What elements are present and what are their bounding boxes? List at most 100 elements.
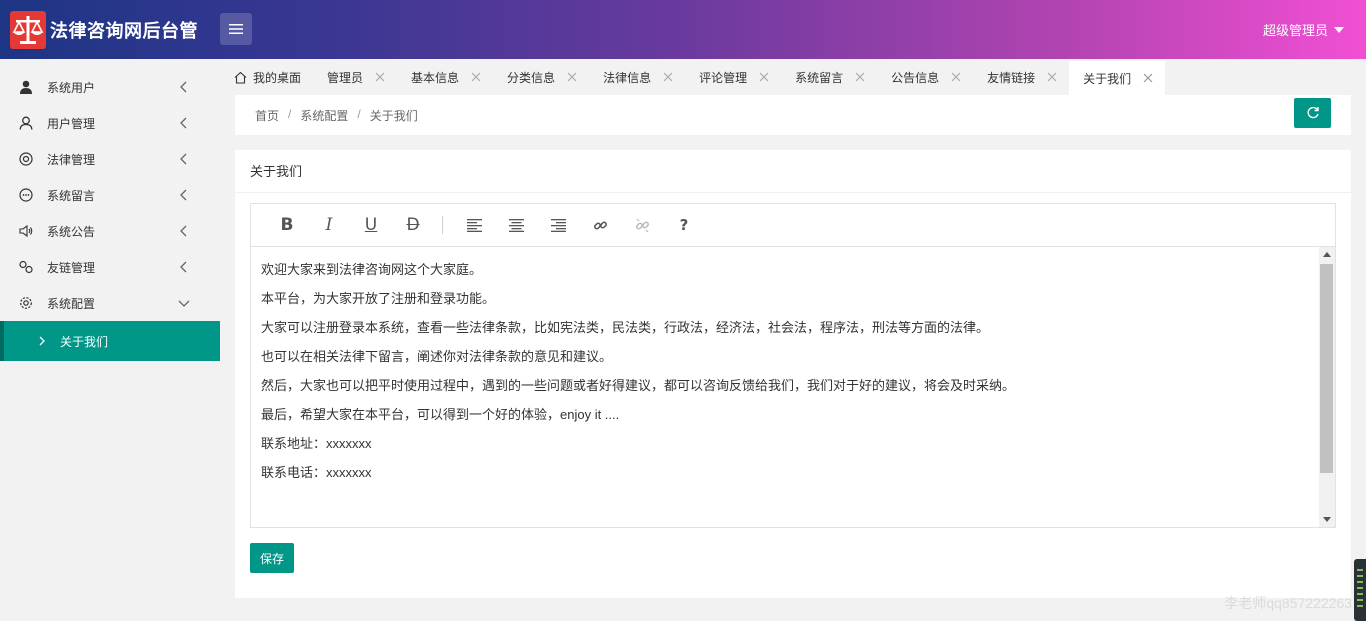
- tab-about-us[interactable]: 关于我们: [1069, 59, 1166, 95]
- align-left-icon[interactable]: [453, 210, 495, 240]
- save-button[interactable]: 保存: [250, 543, 294, 573]
- target-icon: [18, 151, 34, 167]
- tab-label: 评论管理: [699, 70, 748, 85]
- sidebar-item-label: 系统公告: [47, 224, 96, 239]
- editor-line: 联系地址：xxxxxxx: [261, 436, 372, 451]
- italic-icon[interactable]: I: [308, 210, 350, 240]
- underline-icon[interactable]: U: [350, 210, 392, 240]
- tab-label: 友情链接: [987, 70, 1036, 85]
- sidebar-item-announcements[interactable]: 系统公告: [0, 213, 220, 249]
- close-icon[interactable]: [951, 72, 961, 82]
- sidebar-item-label: 系统用户: [47, 80, 96, 95]
- scroll-down-arrow-icon[interactable]: [1323, 517, 1331, 522]
- breadcrumb-home[interactable]: 首页: [255, 107, 279, 124]
- editor-line: 然后，大家也可以把平时使用过程中，遇到的一些问题或者好得建议，都可以咨询反馈给我…: [261, 378, 1016, 393]
- editor-line: 大家可以注册登录本系统，查看一些法律条款，比如宪法类，民法类，行政法，经济法，社…: [261, 320, 990, 335]
- user-menu[interactable]: 超级管理员: [1263, 20, 1344, 39]
- tab-comments[interactable]: 评论管理: [685, 59, 781, 95]
- card-title: 关于我们: [235, 150, 1351, 193]
- strikethrough-icon[interactable]: D: [392, 210, 434, 240]
- breadcrumb-current: 关于我们: [369, 109, 418, 123]
- side-widget[interactable]: [1354, 559, 1366, 621]
- strike-glyph: D: [406, 215, 420, 235]
- tab-bar: 我的桌面 管理员 基本信息 分类信息 法律信息 评论管理 系统留言 公告信息 友…: [220, 59, 1366, 95]
- refresh-icon: [1307, 106, 1319, 119]
- close-icon[interactable]: [1047, 72, 1057, 82]
- sidebar-toggle-button[interactable]: [220, 13, 252, 45]
- sidebar-item-label: 用户管理: [47, 116, 96, 131]
- sidebar-item-messages[interactable]: 系统留言: [0, 177, 220, 213]
- editor-line: 也可以在相关法律下留言，阐述你对法律条款的意见和建议。: [261, 349, 613, 364]
- link-icon[interactable]: [579, 210, 621, 240]
- close-icon[interactable]: [471, 72, 481, 82]
- bold-glyph: B: [280, 215, 294, 235]
- top-header: 法律咨询网后台管 超级管理员: [0, 0, 1366, 59]
- chevron-right-icon: [39, 336, 45, 346]
- main-content: 首页 / 系统配置 / 关于我们 关于我们 B I U D ? 欢迎大家来到法律…: [235, 95, 1351, 621]
- sidebar-item-system-config[interactable]: 系统配置: [0, 285, 220, 321]
- tab-messages[interactable]: 系统留言: [781, 59, 877, 95]
- tab-admins[interactable]: 管理员: [313, 59, 397, 95]
- tab-label: 管理员: [327, 70, 364, 85]
- sidebar-item-user-management[interactable]: 用户管理: [0, 105, 220, 141]
- breadcrumb-separator: /: [288, 107, 292, 121]
- scales-icon: [10, 11, 46, 49]
- close-icon[interactable]: [375, 72, 385, 82]
- sidebar: 系统用户 用户管理 法律管理 系统留言 系统公告 友链管理 系统配置 关于我们: [0, 59, 220, 621]
- caret-down-icon: [1334, 26, 1344, 33]
- tab-announcements[interactable]: 公告信息: [877, 59, 973, 95]
- breadcrumb-separator: /: [357, 107, 361, 121]
- chevron-left-icon: [180, 225, 187, 237]
- chevron-left-icon: [180, 189, 187, 201]
- rich-text-editor: B I U D ? 欢迎大家来到法律咨询网这个大家庭。 本平台，为大家开放了注册…: [250, 203, 1336, 528]
- scrollbar-thumb[interactable]: [1320, 264, 1333, 473]
- align-right-icon[interactable]: [537, 210, 579, 240]
- unlink-icon[interactable]: [621, 210, 663, 240]
- tab-desktop[interactable]: 我的桌面: [220, 59, 313, 95]
- refresh-button[interactable]: [1294, 98, 1331, 128]
- sidebar-item-links[interactable]: 友链管理: [0, 249, 220, 285]
- app-title: 法律咨询网后台管: [50, 21, 198, 41]
- close-icon[interactable]: [567, 72, 577, 82]
- logo: 法律咨询网后台管: [10, 11, 198, 49]
- editor-line: 欢迎大家来到法律咨询网这个大家庭。: [261, 262, 483, 277]
- italic-glyph: I: [325, 215, 333, 235]
- speaker-icon: [18, 223, 34, 239]
- tab-law-info[interactable]: 法律信息: [589, 59, 685, 95]
- scroll-up-arrow-icon[interactable]: [1323, 252, 1331, 257]
- home-icon: [234, 71, 247, 84]
- close-icon[interactable]: [663, 72, 673, 82]
- tab-basic-info[interactable]: 基本信息: [397, 59, 493, 95]
- gear-icon: [18, 295, 34, 311]
- sidebar-item-system-users[interactable]: 系统用户: [0, 69, 220, 105]
- toolbar-divider: [442, 216, 443, 234]
- sidebar-item-label: 系统留言: [47, 188, 96, 203]
- editor-line: 本平台，为大家开放了注册和登录功能。: [261, 291, 496, 306]
- editor-content[interactable]: 欢迎大家来到法律咨询网这个大家庭。 本平台，为大家开放了注册和登录功能。 大家可…: [251, 247, 1319, 527]
- align-center-icon[interactable]: [495, 210, 537, 240]
- tab-label: 分类信息: [507, 70, 556, 85]
- chevron-left-icon: [180, 81, 187, 93]
- close-icon[interactable]: [759, 72, 769, 82]
- bold-icon[interactable]: B: [266, 210, 308, 240]
- user-outline-icon: [18, 115, 34, 131]
- close-icon[interactable]: [855, 72, 865, 82]
- editor-line: 最后，希望大家在本平台，可以得到一个好的体验，enjoy it ....: [261, 407, 620, 422]
- close-icon[interactable]: [1143, 73, 1153, 83]
- tab-label: 公告信息: [891, 70, 940, 85]
- editor-toolbar: B I U D ?: [251, 204, 1335, 247]
- help-icon[interactable]: ?: [663, 210, 705, 240]
- editor-line: 联系电话：xxxxxxx: [261, 465, 372, 480]
- tab-friend-links[interactable]: 友情链接: [973, 59, 1069, 95]
- underline-glyph: U: [364, 215, 378, 235]
- tab-category-info[interactable]: 分类信息: [493, 59, 589, 95]
- link-icon: [18, 259, 34, 275]
- breadcrumb-section[interactable]: 系统配置: [300, 107, 348, 124]
- message-icon: [18, 187, 34, 203]
- sidebar-item-law-management[interactable]: 法律管理: [0, 141, 220, 177]
- tab-label: 系统留言: [795, 70, 844, 85]
- sidebar-subitem-about-us[interactable]: 关于我们: [0, 321, 220, 361]
- tab-label: 我的桌面: [253, 70, 302, 85]
- chevron-left-icon: [180, 261, 187, 273]
- editor-scrollbar[interactable]: [1319, 247, 1335, 527]
